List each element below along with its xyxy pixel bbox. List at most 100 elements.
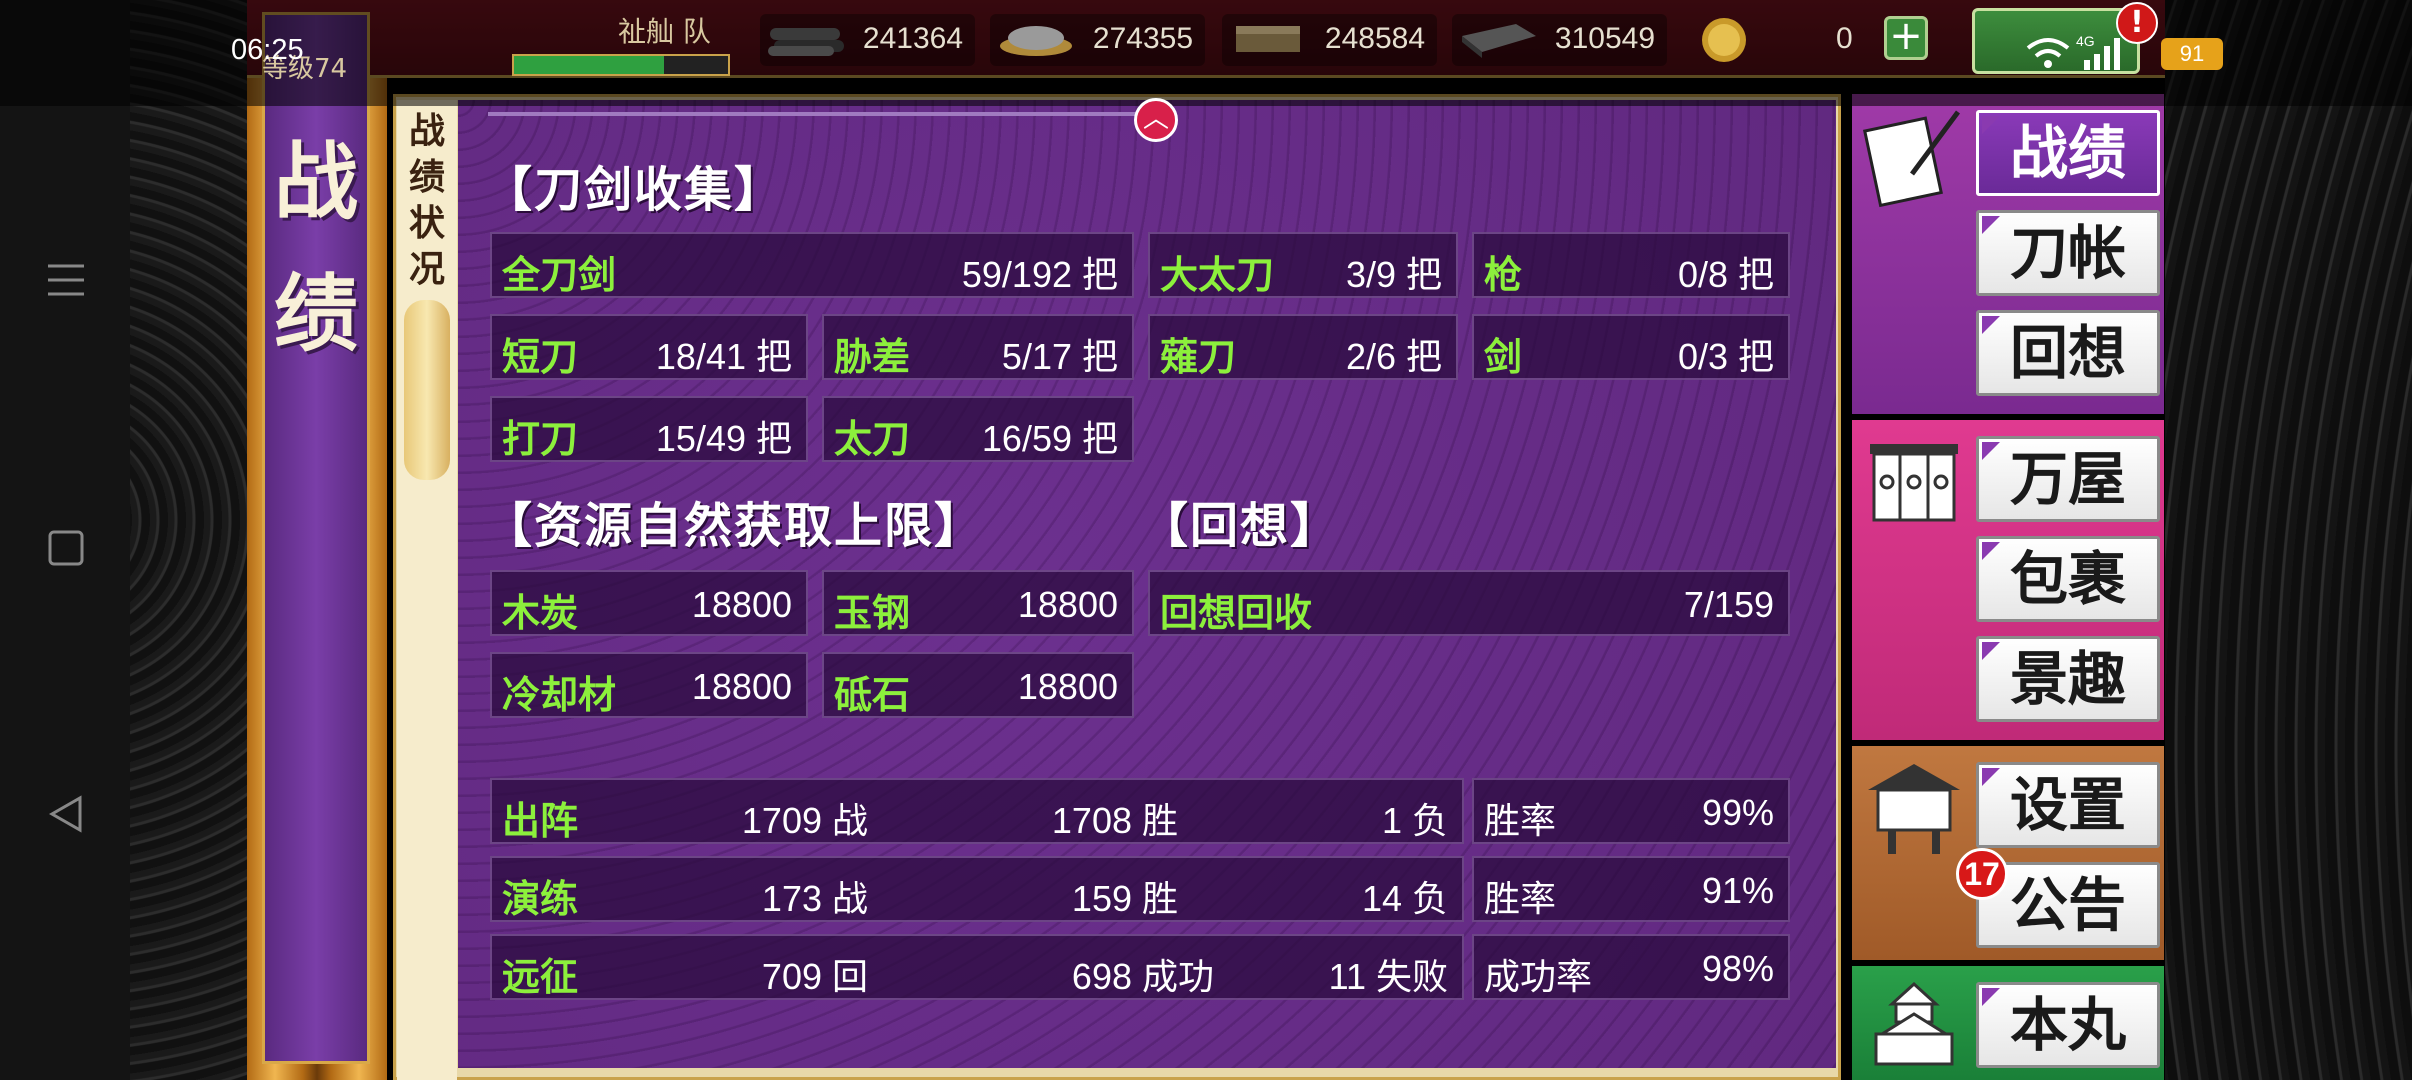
battery-indicator: 91: [2161, 38, 2223, 70]
menu-recollection-button[interactable]: 回想: [1976, 310, 2160, 396]
record-count: 1709 战: [741, 800, 868, 841]
recall-label: 回想回收: [1160, 590, 1313, 635]
record-row-expedition: 远征 709 回 698 成功 11 失败: [490, 934, 1464, 1000]
resource-charcoal[interactable]: 241364: [760, 14, 975, 66]
coolant-icon: [1236, 26, 1300, 52]
sword-uchigatana-label: 打刀: [502, 416, 579, 461]
resource-steel[interactable]: 274355: [990, 14, 1205, 66]
add-coin-button[interactable]: +: [1884, 16, 1928, 60]
sword-wakizashi-cell: 胁差 5/17 把: [822, 314, 1134, 380]
sword-all-label: 全刀剑: [502, 252, 617, 297]
rate-label: 胜率: [1484, 800, 1557, 841]
charcoal-value: 241364: [862, 22, 963, 55]
record-label: 演练: [502, 876, 579, 921]
whetstone-icon: [1462, 24, 1536, 58]
resource-limit-title: 【资源自然获取上限】: [484, 498, 985, 554]
sword-odachi-value: 3/9 把: [1345, 254, 1442, 295]
steel-limit-value: 18800: [1017, 584, 1118, 625]
coolant-limit-label: 冷却材: [502, 672, 617, 717]
rate-cell-expedition: 成功率 98%: [1472, 934, 1790, 1000]
steel-value: 274355: [1092, 22, 1193, 55]
record-label: 出阵: [502, 798, 579, 843]
sword-tsurugi-cell: 剑 0/3 把: [1472, 314, 1790, 380]
resource-coolant[interactable]: 248584: [1222, 14, 1437, 66]
rate-value: 99%: [1701, 792, 1774, 833]
coolant-limit-value: 18800: [691, 666, 792, 707]
record-wins: 159 胜: [1071, 878, 1178, 919]
sword-tsurugi-value: 0/3 把: [1677, 336, 1774, 377]
coolant-value: 248584: [1324, 22, 1425, 55]
record-row-sortie: 出阵 1709 战 1708 胜 1 负: [490, 778, 1464, 844]
coolant-limit-cell: 冷却材 18800: [490, 652, 808, 718]
sword-tanto-cell: 短刀 18/41 把: [490, 314, 808, 380]
sword-uchigatana-value: 15/49 把: [655, 418, 792, 459]
banner-char-1: 战: [273, 132, 358, 231]
sword-naginata-value: 2/6 把: [1345, 336, 1442, 377]
sword-odachi-cell: 大太刀 3/9 把: [1148, 232, 1458, 298]
sword-tsurugi-label: 剑: [1484, 334, 1523, 379]
charcoal-limit-cell: 木炭 18800: [490, 570, 808, 636]
sword-wakizashi-value: 5/17 把: [1001, 336, 1118, 377]
status-time: 06:25: [231, 34, 304, 66]
record-losses: 11 失败: [1328, 956, 1448, 997]
whetstone-limit-label: 砥石: [834, 672, 911, 717]
right-wallpaper: [2165, 0, 2412, 1080]
menu-sword-book-button[interactable]: 刀帐: [1976, 210, 2160, 296]
whetstone-limit-value: 18800: [1017, 666, 1118, 707]
svg-text:4G: 4G: [2076, 33, 2095, 49]
charcoal-limit-value: 18800: [691, 584, 792, 625]
menu-scenery-button[interactable]: 景趣: [1976, 636, 2160, 722]
sword-tanto-label: 短刀: [502, 334, 579, 379]
vertical-tab: 战绩状况: [397, 100, 457, 1080]
sword-tanto-value: 18/41 把: [655, 336, 792, 377]
notice-badge: 17: [1956, 848, 2008, 900]
steel-icon: [1000, 26, 1072, 56]
back-nav-icon[interactable]: [42, 790, 90, 838]
menu-settings-button[interactable]: 设置: [1976, 762, 2160, 848]
record-row-practice: 演练 173 战 159 胜 14 负: [490, 856, 1464, 922]
scroll-up-button[interactable]: ︿: [1134, 98, 1178, 142]
sword-naginata-cell: 薙刀 2/6 把: [1148, 314, 1458, 380]
rate-label: 胜率: [1484, 878, 1557, 919]
menu-home-button[interactable]: 本丸: [1976, 982, 2160, 1068]
sword-uchigatana-cell: 打刀 15/49 把: [490, 396, 808, 462]
scroll-ornament: [404, 300, 450, 480]
whetstone-limit-cell: 砥石 18800: [822, 652, 1134, 718]
top-divider: [488, 112, 1148, 116]
rate-value: 91%: [1701, 870, 1774, 911]
sword-tachi-value: 16/59 把: [981, 418, 1118, 459]
charcoal-icon: [768, 28, 844, 56]
sword-yari-label: 枪: [1484, 252, 1523, 297]
record-wins: 698 成功: [1071, 956, 1214, 997]
castle-icon: [1874, 981, 1954, 1066]
level-progress-fill: [514, 56, 664, 74]
rate-cell-sortie: 胜率 99%: [1472, 778, 1790, 844]
notice-board-icon: [1868, 764, 1960, 854]
menu-shop-button[interactable]: 万屋: [1976, 436, 2160, 522]
noren-curtain-icon: [1870, 444, 1958, 522]
rate-cell-practice: 胜率 91%: [1472, 856, 1790, 922]
signal-icon: 4G: [2026, 33, 2120, 70]
steel-limit-cell: 玉钢 18800: [822, 570, 1134, 636]
record-banner: 战 绩: [262, 12, 370, 1064]
whetstone-value: 310549: [1554, 22, 1655, 55]
charcoal-limit-label: 木炭: [502, 590, 579, 635]
menu-record-button[interactable]: 战绩: [1976, 110, 2160, 196]
record-count: 709 回: [761, 956, 868, 997]
menu-inventory-button[interactable]: 包裹: [1976, 536, 2160, 622]
record-label: 远征: [502, 954, 579, 999]
sword-yari-cell: 枪 0/8 把: [1472, 232, 1790, 298]
record-losses: 14 负: [1361, 878, 1448, 919]
resource-whetstone[interactable]: 310549: [1452, 14, 1667, 66]
rate-value: 98%: [1701, 948, 1774, 989]
sword-all-cell: 全刀剑 59/192 把: [490, 232, 1134, 298]
home-nav-icon[interactable]: [42, 524, 90, 572]
sword-naginata-label: 薙刀: [1160, 334, 1237, 379]
record-wins: 1708 胜: [1051, 800, 1178, 841]
menu-nav-icon[interactable]: [42, 256, 90, 304]
recall-cell: 回想回收 7/159: [1148, 570, 1790, 636]
sword-all-value: 59/192 把: [961, 254, 1118, 295]
sword-yari-value: 0/8 把: [1677, 254, 1774, 295]
rate-label: 成功率: [1484, 956, 1593, 997]
sword-tachi-label: 太刀: [834, 416, 911, 461]
